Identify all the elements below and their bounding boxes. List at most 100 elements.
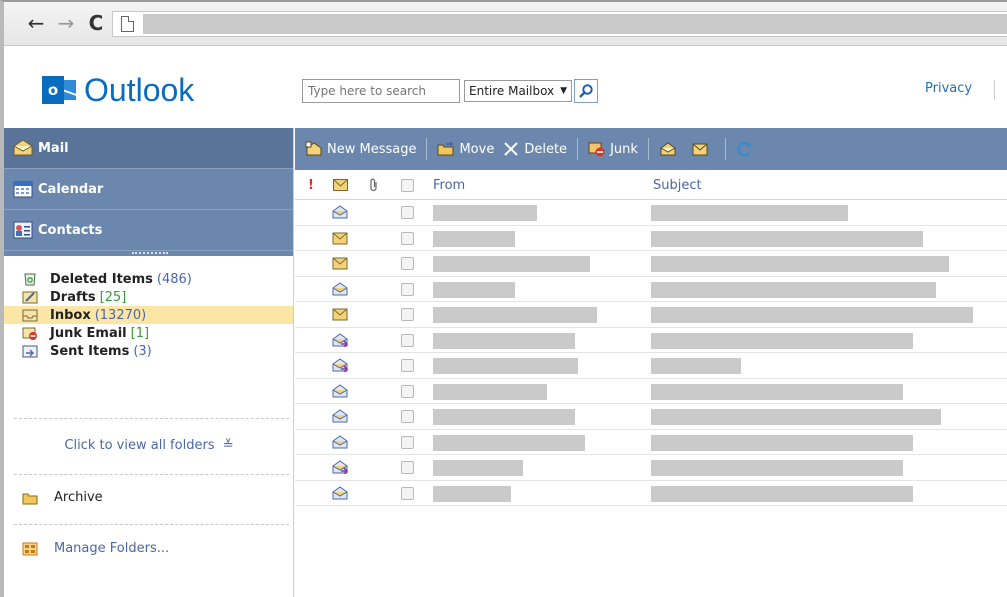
- header-divider: [994, 80, 995, 100]
- from-redacted: [433, 281, 515, 298]
- unread-envelope-icon: [332, 232, 348, 244]
- folder-inbox[interactable]: Inbox (13270): [4, 306, 293, 324]
- message-row[interactable]: [295, 226, 1007, 251]
- from-redacted: [433, 383, 547, 400]
- folder-name: Deleted Items: [50, 271, 153, 287]
- archive-folder[interactable]: Archive: [22, 490, 103, 505]
- refresh-icon[interactable]: [736, 141, 754, 157]
- inbox-icon: [22, 309, 38, 322]
- row-checkbox[interactable]: [401, 257, 414, 270]
- search-area: Entire Mailbox ▼: [302, 79, 599, 103]
- select-all-checkbox[interactable]: [401, 179, 414, 192]
- resize-grip[interactable]: [4, 251, 293, 256]
- message-row[interactable]: [295, 328, 1007, 353]
- from-column-header[interactable]: From: [433, 178, 465, 193]
- message-row[interactable]: [295, 200, 1007, 226]
- nav-calendar[interactable]: Calendar: [4, 169, 293, 210]
- new-message-button[interactable]: New Message: [305, 141, 416, 157]
- from-redacted: [433, 332, 575, 349]
- folder-junk-email[interactable]: Junk Email [1]: [4, 324, 293, 342]
- row-checkbox[interactable]: [401, 231, 414, 245]
- subject-redacted: [651, 409, 941, 425]
- row-checkbox[interactable]: [401, 410, 414, 423]
- subject-column-header[interactable]: Subject: [653, 178, 702, 193]
- folder-sent-items[interactable]: Sent Items (3): [4, 342, 293, 360]
- importance-column-icon[interactable]: !: [308, 178, 314, 193]
- junk-button[interactable]: Junk: [588, 141, 638, 157]
- calendar-icon: [13, 181, 33, 198]
- nav-contacts[interactable]: Contacts: [4, 210, 293, 251]
- manage-folders-label: Manage Folders...: [54, 541, 170, 556]
- forward-arrow-icon[interactable]: →: [56, 12, 76, 34]
- folder-count: [25]: [99, 289, 127, 305]
- message-row[interactable]: [295, 455, 1007, 481]
- search-scope-select[interactable]: Entire Mailbox ▼: [464, 80, 573, 102]
- subject-redacted: [651, 256, 949, 272]
- message-row[interactable]: [295, 404, 1007, 430]
- mail-toolbar: New Message Move Delete Junk: [295, 128, 1007, 170]
- mark-unread-icon[interactable]: [691, 141, 709, 157]
- row-checkbox[interactable]: [401, 206, 414, 219]
- address-url[interactable]: [143, 14, 1007, 34]
- message-row[interactable]: [295, 379, 1007, 404]
- replied-envelope-icon: [332, 460, 348, 474]
- message-row[interactable]: [295, 481, 1007, 506]
- move-icon: [437, 141, 455, 156]
- new-message-label: New Message: [327, 141, 417, 157]
- folder-count: (13270): [94, 307, 147, 323]
- toolbar-separator: [647, 138, 649, 160]
- privacy-link[interactable]: Privacy: [925, 81, 972, 96]
- column-header-row: ! From Subject: [295, 170, 1007, 200]
- row-checkbox[interactable]: [401, 333, 414, 347]
- junk-icon: [22, 327, 37, 340]
- delete-x-icon: [504, 142, 519, 156]
- read-envelope-icon: [332, 434, 348, 448]
- read-envelope-icon: [332, 205, 348, 219]
- row-checkbox[interactable]: [401, 282, 414, 296]
- from-redacted: [433, 205, 537, 221]
- folder-count: (486): [156, 271, 192, 287]
- row-checkbox[interactable]: [401, 308, 414, 321]
- delete-button[interactable]: Delete: [502, 141, 567, 157]
- folder-deleted-items[interactable]: Deleted Items (486): [4, 270, 293, 288]
- message-type-column-icon[interactable]: [333, 179, 348, 191]
- app-header: o Outlook Entire Mailbox ▼ Privacy: [4, 46, 1007, 128]
- toolbar-separator: [426, 138, 428, 160]
- back-arrow-icon[interactable]: ←: [26, 12, 46, 34]
- message-row[interactable]: [295, 353, 1007, 379]
- row-checkbox[interactable]: [401, 359, 414, 372]
- mail-icon: [13, 139, 33, 156]
- search-icon: [579, 84, 593, 98]
- search-button[interactable]: [574, 79, 599, 103]
- row-checkbox[interactable]: [401, 384, 414, 398]
- from-redacted: [433, 358, 578, 374]
- view-all-folders-link[interactable]: Click to view all folders ≚: [4, 438, 294, 453]
- from-redacted: [433, 230, 515, 247]
- divider: [14, 418, 289, 419]
- folder-drafts[interactable]: Drafts [25]: [4, 288, 293, 306]
- outlook-logo-text: Outlook: [84, 71, 195, 108]
- outlook-logo[interactable]: o Outlook: [42, 72, 194, 108]
- nav-mail[interactable]: Mail: [4, 128, 293, 169]
- replied-envelope-icon: [332, 332, 348, 347]
- subject-redacted: [651, 332, 913, 349]
- row-checkbox[interactable]: [401, 435, 414, 449]
- message-row[interactable]: [295, 430, 1007, 455]
- manage-folders-link[interactable]: Manage Folders...: [22, 541, 169, 556]
- address-bar[interactable]: [112, 11, 1007, 37]
- reload-icon[interactable]: C: [86, 12, 106, 34]
- message-row[interactable]: [295, 277, 1007, 302]
- search-input[interactable]: [302, 79, 460, 103]
- read-envelope-icon: [332, 383, 348, 397]
- double-chevron-down-icon: ≚: [222, 438, 234, 453]
- attachment-column-icon[interactable]: [369, 178, 379, 192]
- divider: [14, 524, 289, 525]
- message-row[interactable]: [295, 302, 1007, 328]
- read-envelope-icon: [332, 485, 348, 499]
- move-button[interactable]: Move: [437, 141, 494, 157]
- row-checkbox[interactable]: [401, 461, 414, 474]
- folder-name: Inbox: [50, 307, 91, 323]
- row-checkbox[interactable]: [401, 486, 414, 500]
- message-row[interactable]: [295, 251, 1007, 277]
- mark-read-icon[interactable]: [659, 141, 677, 157]
